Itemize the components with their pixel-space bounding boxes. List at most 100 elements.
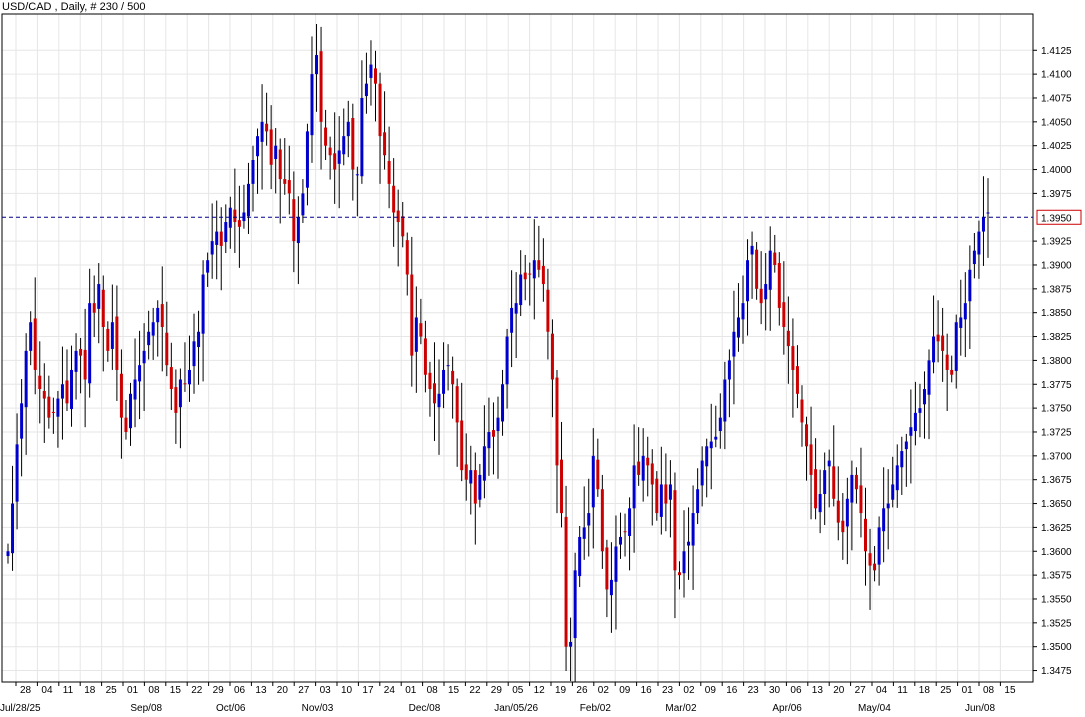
y-tick-label: 1.4025 [1041, 141, 1072, 152]
candle-body-down [791, 346, 795, 370]
candle-body-down [464, 464, 468, 480]
candle-body-down [777, 263, 781, 308]
current-price-label: 1.3950 [1041, 213, 1072, 224]
x-tick-label: 05 [512, 685, 524, 696]
candle-body-up [301, 193, 305, 216]
candle-body-down [160, 304, 164, 328]
candle-body-up [305, 131, 309, 188]
candle-body-down [451, 370, 455, 385]
x-tick-label: 17 [362, 685, 374, 696]
candle-body-up [532, 260, 536, 279]
candle-body-down [814, 469, 818, 509]
y-tick-label: 1.3900 [1041, 260, 1072, 271]
candle-body-down [219, 231, 223, 246]
candle-body-down [560, 459, 564, 514]
candle-body-down [410, 274, 414, 356]
candle-body-up [591, 455, 595, 508]
candle-body-up [882, 508, 886, 532]
x-tick-label: 04 [876, 685, 888, 696]
candle-body-up [877, 527, 881, 565]
candle-body-down [655, 478, 659, 514]
x-tick-label: 06 [234, 685, 246, 696]
candle-body-up [578, 536, 582, 577]
x-month-label: Sep/08 [130, 703, 162, 714]
x-tick-label: 24 [384, 685, 396, 696]
candle-body-down [423, 338, 427, 375]
y-tick-label: 1.4125 [1041, 46, 1072, 57]
candle-body-up [750, 245, 754, 255]
candle-body-down [115, 316, 119, 370]
candle-body-down [650, 463, 654, 485]
candle-body-up [142, 350, 146, 364]
x-tick-label: 12 [534, 685, 546, 696]
candle-body-down [868, 553, 872, 566]
candle-body-up [446, 365, 450, 367]
x-tick-label: 01 [405, 685, 417, 696]
y-tick-label: 1.3875 [1041, 284, 1072, 295]
x-tick-label: 27 [855, 685, 867, 696]
candle-body-down [546, 289, 550, 332]
candle-body-down [428, 372, 432, 390]
candle-body-up [251, 160, 255, 184]
y-tick-label: 1.4100 [1041, 70, 1072, 81]
candle-body-up [913, 412, 917, 432]
candle-body-up [818, 494, 822, 513]
candle-body-down [396, 210, 400, 223]
candle-body-up [88, 303, 92, 384]
candle-body-down [941, 335, 945, 351]
candle-body-up [768, 250, 772, 290]
candle-body-down [319, 51, 323, 122]
candle-body-down [782, 302, 786, 328]
candle-body-up [736, 317, 740, 338]
candle-body-up [741, 303, 745, 320]
candle-body-down [83, 349, 87, 380]
x-tick-label: 25 [940, 685, 952, 696]
candle-body-down [600, 489, 604, 552]
x-tick-label: 16 [641, 685, 653, 696]
candle-body-down [460, 420, 464, 471]
candle-body-up [178, 379, 182, 408]
candle-body-up [505, 336, 509, 385]
candle-body-up [582, 527, 586, 539]
candle-body-up [192, 341, 196, 367]
candle-body-down [677, 572, 681, 576]
candle-body-down [401, 216, 405, 237]
candle-body-down [38, 375, 42, 390]
x-tick-label: 29 [491, 685, 503, 696]
x-tick-label: 27 [298, 685, 310, 696]
candle-body-up [133, 379, 137, 400]
candle-body-down [864, 518, 867, 552]
candle-body-up [619, 536, 622, 545]
candle-body-down [51, 411, 55, 413]
x-tick-label: 06 [790, 685, 802, 696]
candle-body-down [278, 149, 282, 180]
candle-body-down [169, 367, 173, 390]
x-tick-label: 08 [983, 685, 995, 696]
candle-body-down [47, 396, 51, 418]
candle-body-up [981, 217, 985, 232]
candle-body-down [79, 348, 83, 356]
x-tick-label: 20 [277, 685, 289, 696]
candle-body-up [156, 307, 160, 323]
candle-body-down [523, 272, 527, 280]
candle-body-up [609, 579, 613, 596]
candle-body-down [33, 318, 37, 370]
candle-body-down [287, 180, 291, 194]
candle-body-up [959, 317, 963, 328]
candle-body-up [641, 455, 645, 481]
y-tick-label: 1.3575 [1041, 571, 1072, 582]
x-month-label: Jul/28/25 [0, 703, 41, 714]
candle-body-up [827, 460, 831, 467]
x-tick-label: 11 [897, 685, 908, 696]
candle-body-up [442, 369, 446, 394]
candle-body-down [165, 332, 169, 366]
y-tick-label: 1.3475 [1041, 666, 1072, 677]
x-month-label: Jan/05/26 [494, 703, 538, 714]
candle-body-up [895, 465, 899, 491]
candle-body-down [873, 563, 877, 571]
x-tick-label: 01 [962, 685, 974, 696]
candle-body-up [206, 260, 210, 273]
candle-body-up [972, 250, 976, 265]
candle-body-up [977, 231, 981, 255]
candle-body-down [832, 466, 836, 499]
